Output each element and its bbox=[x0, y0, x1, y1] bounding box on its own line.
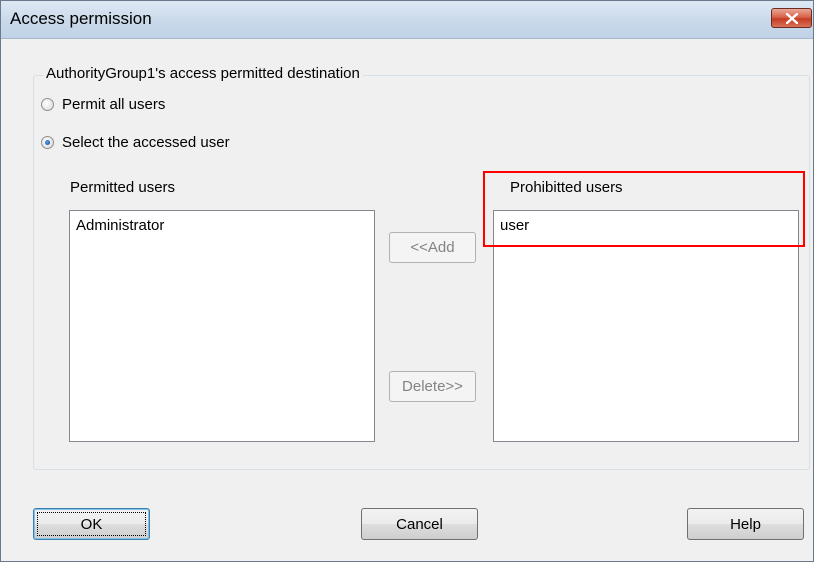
prohibited-users-list[interactable]: user bbox=[493, 210, 799, 442]
prohibited-users-label: Prohibitted users bbox=[510, 179, 623, 196]
permit-all-users-label[interactable]: Permit all users bbox=[62, 96, 165, 113]
ok-button[interactable]: OK bbox=[33, 508, 150, 540]
access-permission-dialog: Access permission AuthorityGroup1's acce… bbox=[0, 0, 814, 562]
radio-button-select-user[interactable] bbox=[41, 136, 54, 149]
close-icon bbox=[786, 13, 798, 24]
delete-button[interactable]: Delete>> bbox=[389, 371, 476, 402]
list-item-user[interactable]: user bbox=[500, 217, 529, 234]
cancel-button[interactable]: Cancel bbox=[361, 508, 478, 540]
focus-rectangle bbox=[37, 512, 146, 536]
select-accessed-user-radio[interactable]: Select the accessed user bbox=[41, 134, 230, 151]
group-legend: AuthorityGroup1's access permitted desti… bbox=[43, 65, 363, 82]
add-button[interactable]: <<Add bbox=[389, 232, 476, 263]
help-button[interactable]: Help bbox=[687, 508, 804, 540]
permit-all-users-radio[interactable]: Permit all users bbox=[41, 96, 165, 113]
title-bar[interactable]: Access permission bbox=[1, 1, 813, 39]
select-accessed-user-label[interactable]: Select the accessed user bbox=[62, 134, 230, 151]
permitted-users-list[interactable]: Administrator bbox=[69, 210, 375, 442]
window-title: Access permission bbox=[10, 9, 152, 28]
list-item-administrator[interactable]: Administrator bbox=[76, 217, 164, 234]
radio-button-permit-all[interactable] bbox=[41, 98, 54, 111]
close-button[interactable] bbox=[771, 8, 812, 28]
permitted-users-label: Permitted users bbox=[70, 179, 176, 196]
